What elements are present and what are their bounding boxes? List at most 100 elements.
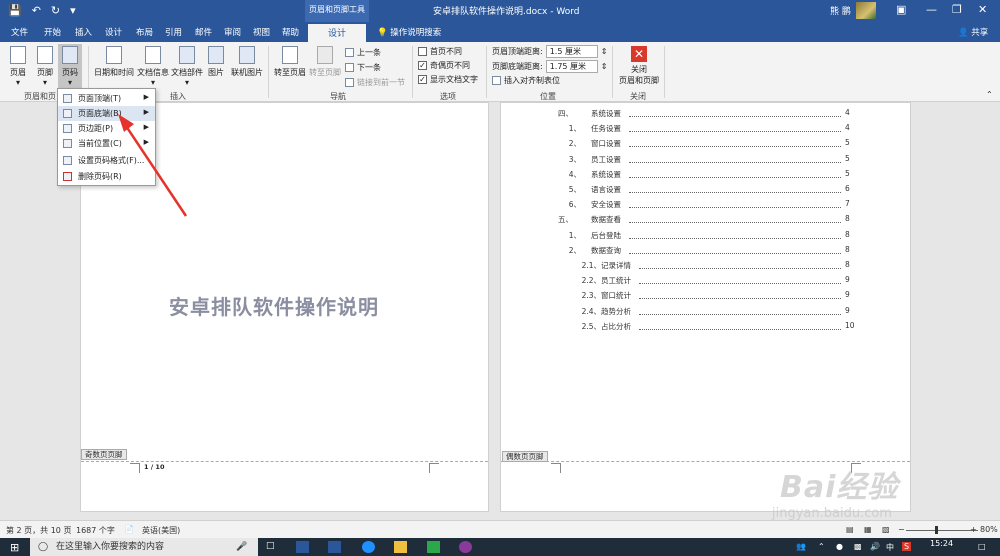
task-view-icon[interactable]: □ (266, 541, 279, 553)
network-icon[interactable]: ▩ (854, 542, 862, 551)
edge-icon[interactable] (362, 541, 375, 553)
tray-app-icon[interactable]: ● (836, 542, 843, 551)
language[interactable]: 英语(美国) (142, 525, 180, 536)
online-picture-button[interactable]: 联机图片 (229, 46, 265, 78)
footer-distance-input[interactable]: 1.75 厘米 (545, 60, 598, 73)
close-window-icon[interactable]: ✕ (978, 3, 987, 16)
doc-info-button[interactable]: 文档信息 ▾ (136, 46, 170, 87)
page-number-field[interactable]: 1 / 10 (144, 463, 164, 471)
menu-item-page-margins[interactable]: 页边距(P) ▶ (58, 121, 155, 136)
menu-item-current-position[interactable]: 当前位置(C) ▶ (58, 136, 155, 151)
header-button[interactable]: 页眉 ▾ (6, 46, 30, 87)
quick-parts-button[interactable]: 文档部件 ▾ (170, 46, 204, 87)
tab-header-footer-design[interactable]: 设计 (308, 22, 366, 42)
menu-item-top-of-page[interactable]: 页面顶端(T) ▶ (58, 91, 155, 106)
header-distance-input[interactable]: 1.5 厘米 (545, 45, 598, 58)
tab-view[interactable]: 视图 (253, 26, 270, 38)
taskbar-clock[interactable]: 15:24 (930, 539, 953, 548)
restore-icon[interactable]: ❐ (952, 3, 962, 16)
different-odd-even-checkbox[interactable]: ✓ 奇偶页不同 (418, 60, 470, 71)
zoom-slider[interactable] (906, 530, 978, 531)
menu-item-remove-page-numbers[interactable]: 删除页码(R) (58, 169, 155, 184)
security-icon[interactable]: S (902, 542, 912, 551)
goto-footer-button[interactable]: 转至页脚 (306, 46, 344, 78)
windows-start-icon[interactable]: ⊞ (10, 541, 19, 554)
tab-help[interactable]: 帮助 (282, 26, 299, 38)
toc-entry[interactable]: 5、 语言设置 6 (501, 184, 912, 199)
share-button[interactable]: 👤 共享 (958, 26, 988, 38)
web-layout-icon[interactable]: ▧ (882, 525, 890, 534)
spinner-icon[interactable]: ⇕ (601, 62, 608, 71)
toc-entry[interactable]: 1、 后台登陆 8 (501, 230, 912, 245)
document-title-text[interactable]: 安卓排队软件操作说明 (169, 291, 379, 320)
zoom-level[interactable]: 80% (980, 525, 998, 534)
zoom-out-icon[interactable]: − (898, 525, 905, 534)
file-explorer-icon[interactable] (394, 541, 407, 553)
page-right[interactable]: 四、 系统设置 4 1、 任务设置 4 2、 窗口设置 5 3、 员工设置 5 4、 系统设置 5 5、 语言设… (500, 102, 911, 512)
tab-file[interactable]: 文件 (11, 26, 28, 38)
footer-button[interactable]: 页脚 ▾ (33, 46, 57, 87)
app-icon[interactable] (459, 541, 472, 553)
customize-qa-icon[interactable]: ▾ (70, 4, 76, 17)
proofing-icon[interactable]: 📄 (124, 525, 134, 534)
spinner-icon[interactable]: ⇕ (601, 47, 608, 56)
page-number-button[interactable]: 页码 ▾ (58, 44, 82, 88)
print-layout-icon[interactable]: ▦ (864, 525, 872, 534)
link-previous-button[interactable]: 链接到前一节 (345, 77, 405, 88)
date-time-button[interactable]: 日期和时间 (92, 46, 136, 78)
tab-home[interactable]: 开始 (44, 26, 61, 38)
user-name[interactable]: 熊 鹏 (830, 4, 851, 17)
close-header-footer-button[interactable]: ✕ 关闭 页眉和页脚 (616, 46, 662, 86)
redo-icon[interactable]: ↻ (51, 4, 60, 17)
different-first-page-checkbox[interactable]: 首页不同 (418, 46, 462, 57)
taskbar-search-box[interactable]: ◯ 在这里输入你要搜索的内容 🎤 (30, 538, 258, 556)
wechat-icon[interactable] (427, 541, 440, 553)
toc-entry[interactable]: 2.3、 窗口统计 9 (501, 290, 912, 305)
toc-entry[interactable]: 2.5、 占比分析 10 (501, 321, 912, 336)
toc-entry[interactable]: 五、 数据查看 8 (501, 214, 912, 229)
zoom-in-icon[interactable]: + (970, 525, 977, 534)
people-icon[interactable]: 👥 (796, 542, 806, 551)
show-doc-text-checkbox[interactable]: ✓ 显示文档文字 (418, 74, 478, 85)
tab-references[interactable]: 引用 (165, 26, 182, 38)
toc-entry[interactable]: 1、 任务设置 4 (501, 123, 912, 138)
word-count[interactable]: 1687 个字 (76, 525, 115, 536)
toc-entry[interactable]: 3、 员工设置 5 (501, 154, 912, 169)
page-info[interactable]: 第 2 页，共 10 页 (6, 525, 71, 536)
volume-icon[interactable]: 🔊 (870, 542, 880, 551)
goto-header-button[interactable]: 转至页眉 (272, 46, 308, 78)
toc-entry[interactable]: 6、 安全设置 7 (501, 199, 912, 214)
word-app-icon-2[interactable] (328, 541, 341, 553)
toc-entry[interactable]: 2、 数据查询 8 (501, 245, 912, 260)
avatar[interactable] (856, 2, 876, 19)
next-button[interactable]: 下一条 (345, 62, 381, 73)
tab-insert[interactable]: 插入 (75, 26, 92, 38)
toc-entry[interactable]: 4、 系统设置 5 (501, 169, 912, 184)
undo-icon[interactable]: ↶ (32, 4, 41, 17)
ribbon-display-icon[interactable]: ▣ (896, 3, 906, 16)
toc-entry[interactable]: 四、 系统设置 4 (501, 108, 912, 123)
toc-entry[interactable]: 2.1、 记录详情 8 (501, 260, 912, 275)
minimize-icon[interactable]: — (926, 3, 937, 16)
insert-align-tab-button[interactable]: 插入对齐制表位 (492, 75, 560, 86)
menu-item-bottom-of-page[interactable]: 页面底端(B) ▶ (58, 106, 155, 121)
toc-entry[interactable]: 2.4、 趋势分析 9 (501, 306, 912, 321)
picture-button[interactable]: 图片 (205, 46, 227, 78)
tab-review[interactable]: 审阅 (224, 26, 241, 38)
zoom-slider-thumb[interactable] (934, 526, 938, 534)
tab-mailings[interactable]: 邮件 (195, 26, 212, 38)
previous-button[interactable]: 上一条 (345, 47, 381, 58)
ime-icon[interactable]: 中 (886, 542, 894, 553)
tray-chevron-icon[interactable]: ⌃ (818, 542, 825, 551)
toc-entry[interactable]: 2、 窗口设置 5 (501, 138, 912, 153)
microphone-icon[interactable]: 🎤 (236, 538, 247, 556)
toc-entry[interactable]: 2.2、 员工统计 9 (501, 275, 912, 290)
tab-layout[interactable]: 布局 (136, 26, 153, 38)
word-app-icon[interactable] (296, 541, 309, 553)
tab-design[interactable]: 设计 (105, 26, 122, 38)
notification-icon[interactable]: □ (978, 542, 986, 551)
save-icon[interactable]: 💾 (8, 4, 22, 17)
collapse-ribbon-icon[interactable]: ⌃ (986, 90, 993, 99)
read-mode-icon[interactable]: ▤ (846, 525, 854, 534)
menu-item-format-page-numbers[interactable]: 设置页码格式(F)... (58, 153, 155, 168)
